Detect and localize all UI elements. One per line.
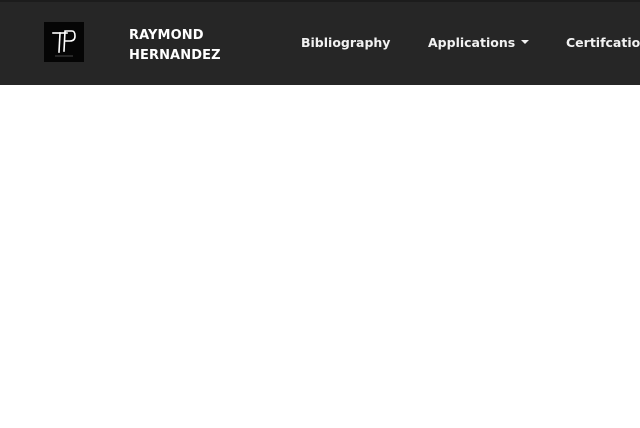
rh-logo-icon[interactable] bbox=[44, 22, 84, 62]
nav-applications-label: Applications bbox=[428, 35, 516, 50]
brand-first-name: RAYMOND bbox=[129, 28, 204, 43]
nav-bibliography-link[interactable]: Bibliography bbox=[301, 35, 390, 51]
brand-last-name: HERNANDEZ bbox=[129, 48, 221, 63]
top-navbar: RAYMOND HERNANDEZ Bibliography Applicati… bbox=[0, 0, 640, 85]
nav-certifications-link[interactable]: Certifcations bbox=[566, 35, 640, 51]
page-content bbox=[0, 85, 640, 428]
brand-name[interactable]: RAYMOND HERNANDEZ bbox=[129, 26, 221, 66]
nav-applications-dropdown[interactable]: Applications bbox=[428, 35, 530, 51]
caret-down-icon bbox=[521, 40, 530, 44]
